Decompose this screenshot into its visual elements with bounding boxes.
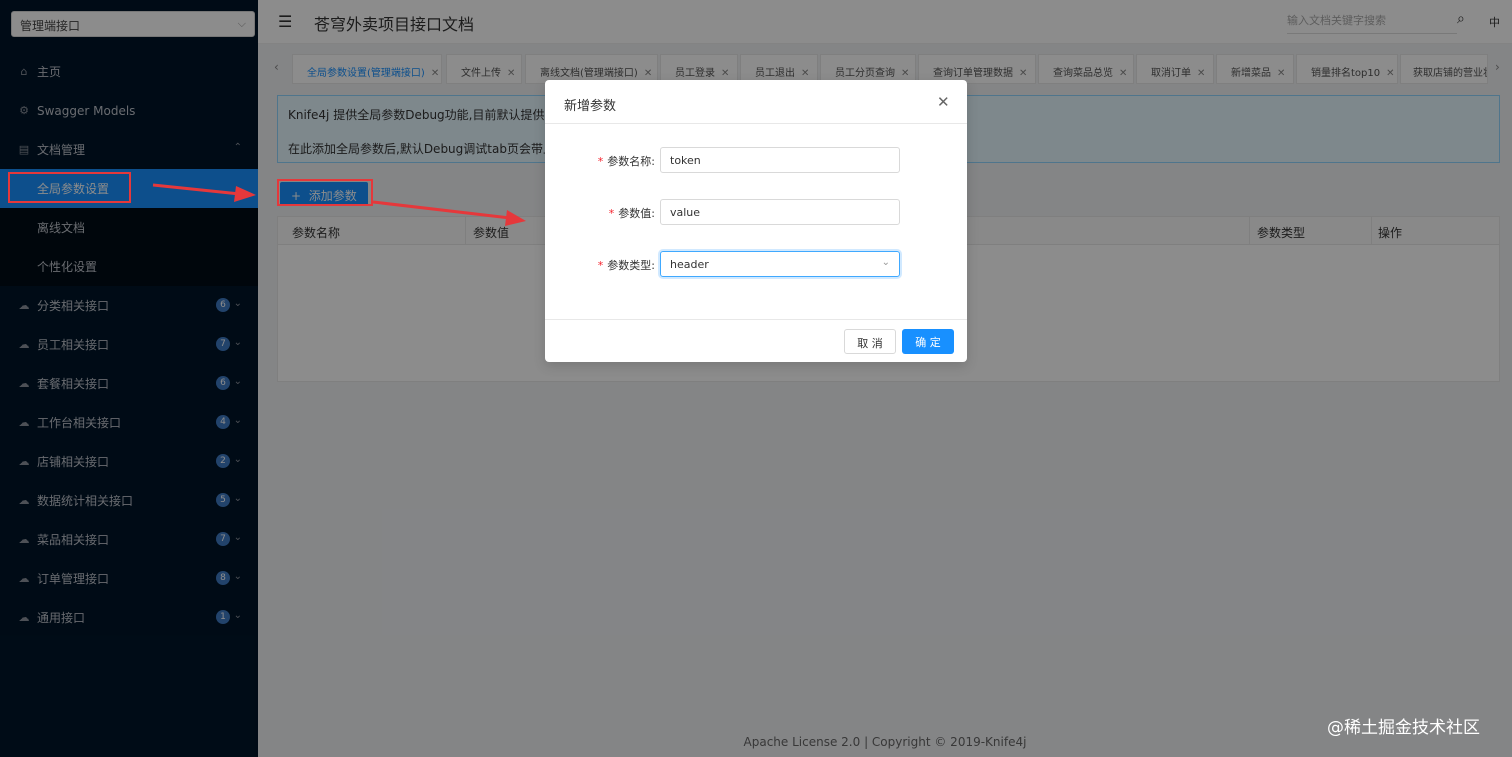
add-param-dialog: 新增参数 ✕ * 参数名称: token * 参数值: value * 参数类型: h… xyxy=(545,80,967,362)
watermark: @稀土掘金技术社区 xyxy=(1327,718,1480,738)
confirm-button[interactable]: 确 定 xyxy=(902,329,954,354)
highlight-box xyxy=(277,179,373,206)
close-icon[interactable]: ✕ xyxy=(937,93,950,111)
field-label: * 参数类型: xyxy=(598,257,655,273)
required-mark: * xyxy=(597,155,604,168)
field-label-text: 参数名称: xyxy=(607,155,655,168)
dialog-header: 新增参数 ✕ xyxy=(545,80,967,124)
form-row-name: * 参数名称: token xyxy=(545,147,967,173)
required-mark: * xyxy=(608,207,615,220)
field-label: * 参数名称: xyxy=(598,153,655,169)
field-label-text: 参数类型: xyxy=(607,259,655,272)
required-mark: * xyxy=(597,259,604,272)
highlight-box xyxy=(8,172,131,203)
chevron-down-icon: ⌄ xyxy=(881,257,890,268)
param-type-value: header xyxy=(670,258,709,271)
param-name-input[interactable]: token xyxy=(660,147,900,173)
param-value-input[interactable]: value xyxy=(660,199,900,225)
cancel-button[interactable]: 取 消 xyxy=(844,329,896,354)
dialog-title: 新增参数 xyxy=(564,99,617,114)
form-row-value: * 参数值: value xyxy=(545,199,967,225)
field-label: * 参数值: xyxy=(609,205,655,221)
field-label-text: 参数值: xyxy=(618,207,655,220)
form-row-type: * 参数类型: header ⌄ xyxy=(545,251,967,277)
param-type-select[interactable]: header ⌄ xyxy=(660,251,900,277)
dialog-footer: 取 消 确 定 xyxy=(545,319,967,362)
